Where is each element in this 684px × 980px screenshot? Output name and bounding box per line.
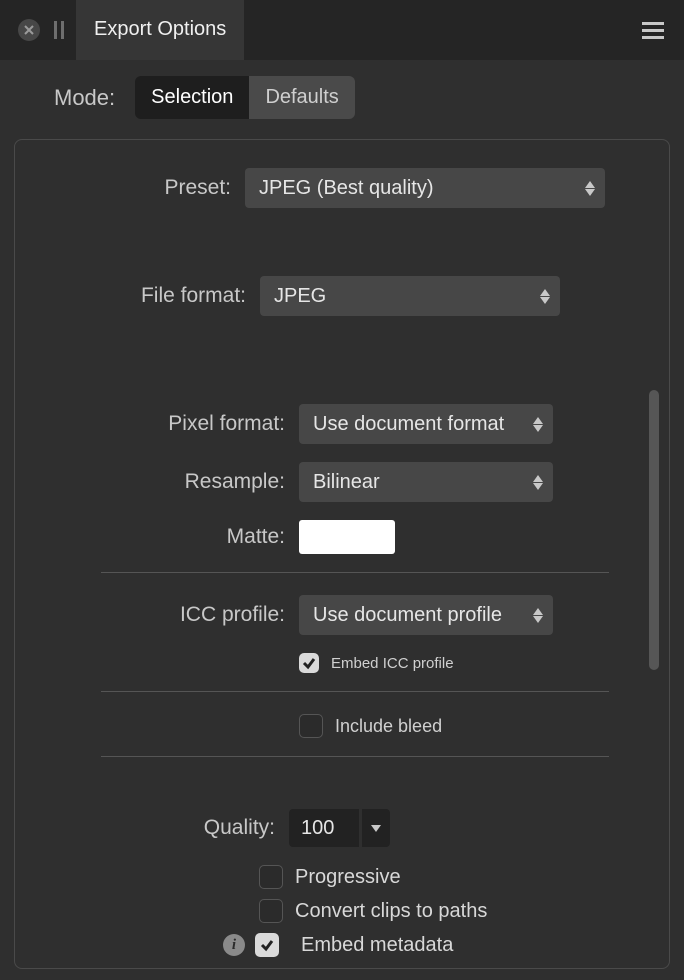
divider bbox=[101, 756, 609, 757]
icc-profile-value: Use document profile bbox=[313, 604, 502, 627]
file-format-value: JPEG bbox=[274, 285, 326, 308]
include-bleed-checkbox[interactable] bbox=[299, 714, 323, 738]
panel-title: Export Options bbox=[76, 0, 244, 60]
embed-icc-checkbox[interactable] bbox=[299, 653, 319, 673]
matte-color-swatch[interactable] bbox=[299, 520, 395, 554]
resample-label: Resample: bbox=[15, 470, 299, 494]
resample-select[interactable]: Bilinear bbox=[299, 462, 553, 502]
resample-value: Bilinear bbox=[313, 471, 380, 494]
pixel-format-select[interactable]: Use document format bbox=[299, 404, 553, 444]
mode-label: Mode: bbox=[54, 85, 115, 111]
stepper-icon bbox=[533, 404, 543, 444]
file-format-label: File format: bbox=[15, 284, 260, 308]
quality-label: Quality: bbox=[15, 816, 289, 840]
menu-icon[interactable] bbox=[642, 0, 664, 60]
pixel-format-value: Use document format bbox=[313, 413, 504, 436]
convert-clips-checkbox[interactable] bbox=[259, 899, 283, 923]
icc-profile-select[interactable]: Use document profile bbox=[299, 595, 553, 635]
preset-select[interactable]: JPEG (Best quality) bbox=[245, 168, 605, 208]
progressive-label: Progressive bbox=[295, 866, 401, 889]
stepper-icon bbox=[585, 168, 595, 208]
progressive-checkbox[interactable] bbox=[259, 865, 283, 889]
mode-defaults-button[interactable]: Defaults bbox=[249, 76, 354, 119]
preset-label: Preset: bbox=[15, 176, 245, 200]
icc-profile-label: ICC profile: bbox=[15, 603, 299, 627]
preset-value: JPEG (Best quality) bbox=[259, 177, 434, 200]
stepper-icon bbox=[540, 276, 550, 316]
convert-clips-label: Convert clips to paths bbox=[295, 900, 487, 923]
stepper-icon bbox=[533, 595, 543, 635]
mode-segment: Selection Defaults bbox=[135, 76, 355, 119]
quality-stepper[interactable] bbox=[362, 809, 390, 847]
divider bbox=[101, 691, 609, 692]
dock-icon[interactable] bbox=[54, 21, 64, 39]
stepper-icon bbox=[533, 462, 543, 502]
info-icon[interactable]: i bbox=[223, 934, 245, 956]
scrollbar[interactable] bbox=[649, 390, 659, 670]
quality-input[interactable]: 100 bbox=[289, 809, 359, 847]
options-panel: Preset: JPEG (Best quality) File format:… bbox=[14, 139, 670, 969]
include-bleed-label: Include bleed bbox=[335, 716, 442, 737]
mode-selection-button[interactable]: Selection bbox=[135, 76, 249, 119]
close-button[interactable] bbox=[18, 19, 40, 41]
embed-metadata-checkbox[interactable] bbox=[255, 933, 279, 957]
embed-metadata-label: Embed metadata bbox=[301, 934, 453, 957]
divider bbox=[101, 572, 609, 573]
pixel-format-label: Pixel format: bbox=[15, 412, 299, 436]
embed-icc-label: Embed ICC profile bbox=[331, 655, 454, 672]
file-format-select[interactable]: JPEG bbox=[260, 276, 560, 316]
matte-label: Matte: bbox=[15, 525, 299, 549]
